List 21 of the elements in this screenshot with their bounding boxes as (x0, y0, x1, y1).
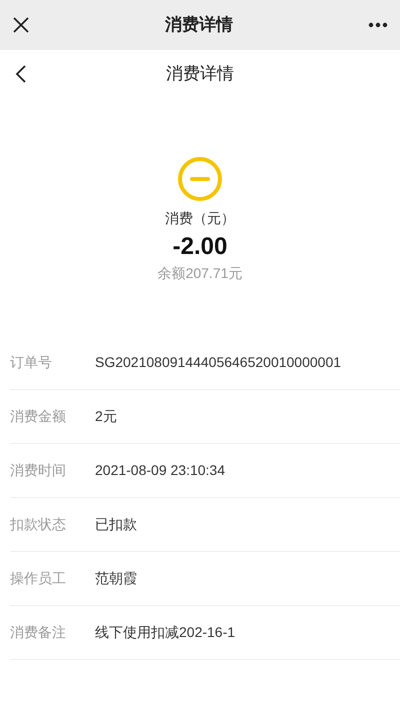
more-icon[interactable] (368, 22, 388, 28)
field-value: 线下使用扣减202-16-1 (95, 623, 236, 642)
minus-circle-icon (177, 156, 223, 202)
field-value: 2021-08-09 23:10:34 (95, 461, 225, 480)
field-label: 消费时间 (10, 461, 67, 480)
amount-value: -2.00 (172, 232, 228, 262)
field-value: SG20210809144405646520010000001 (95, 353, 342, 372)
back-icon[interactable] (15, 64, 27, 84)
field-value: 范朝霞 (95, 569, 137, 588)
balance-text: 余额207.71元 (158, 264, 242, 283)
field-value: 已扣款 (95, 515, 137, 534)
window-title: 消费详情 (165, 14, 233, 36)
field-label: 扣款状态 (10, 515, 67, 534)
field-label: 操作员工 (10, 569, 67, 588)
field-label: 订单号 (10, 353, 53, 372)
field-label: 消费金额 (10, 407, 67, 426)
field-label: 消费备注 (10, 623, 67, 642)
close-icon[interactable] (12, 16, 30, 34)
field-value: 2元 (95, 407, 117, 426)
amount-label: 消费（元） (165, 209, 235, 228)
page-title: 消费详情 (166, 63, 234, 86)
